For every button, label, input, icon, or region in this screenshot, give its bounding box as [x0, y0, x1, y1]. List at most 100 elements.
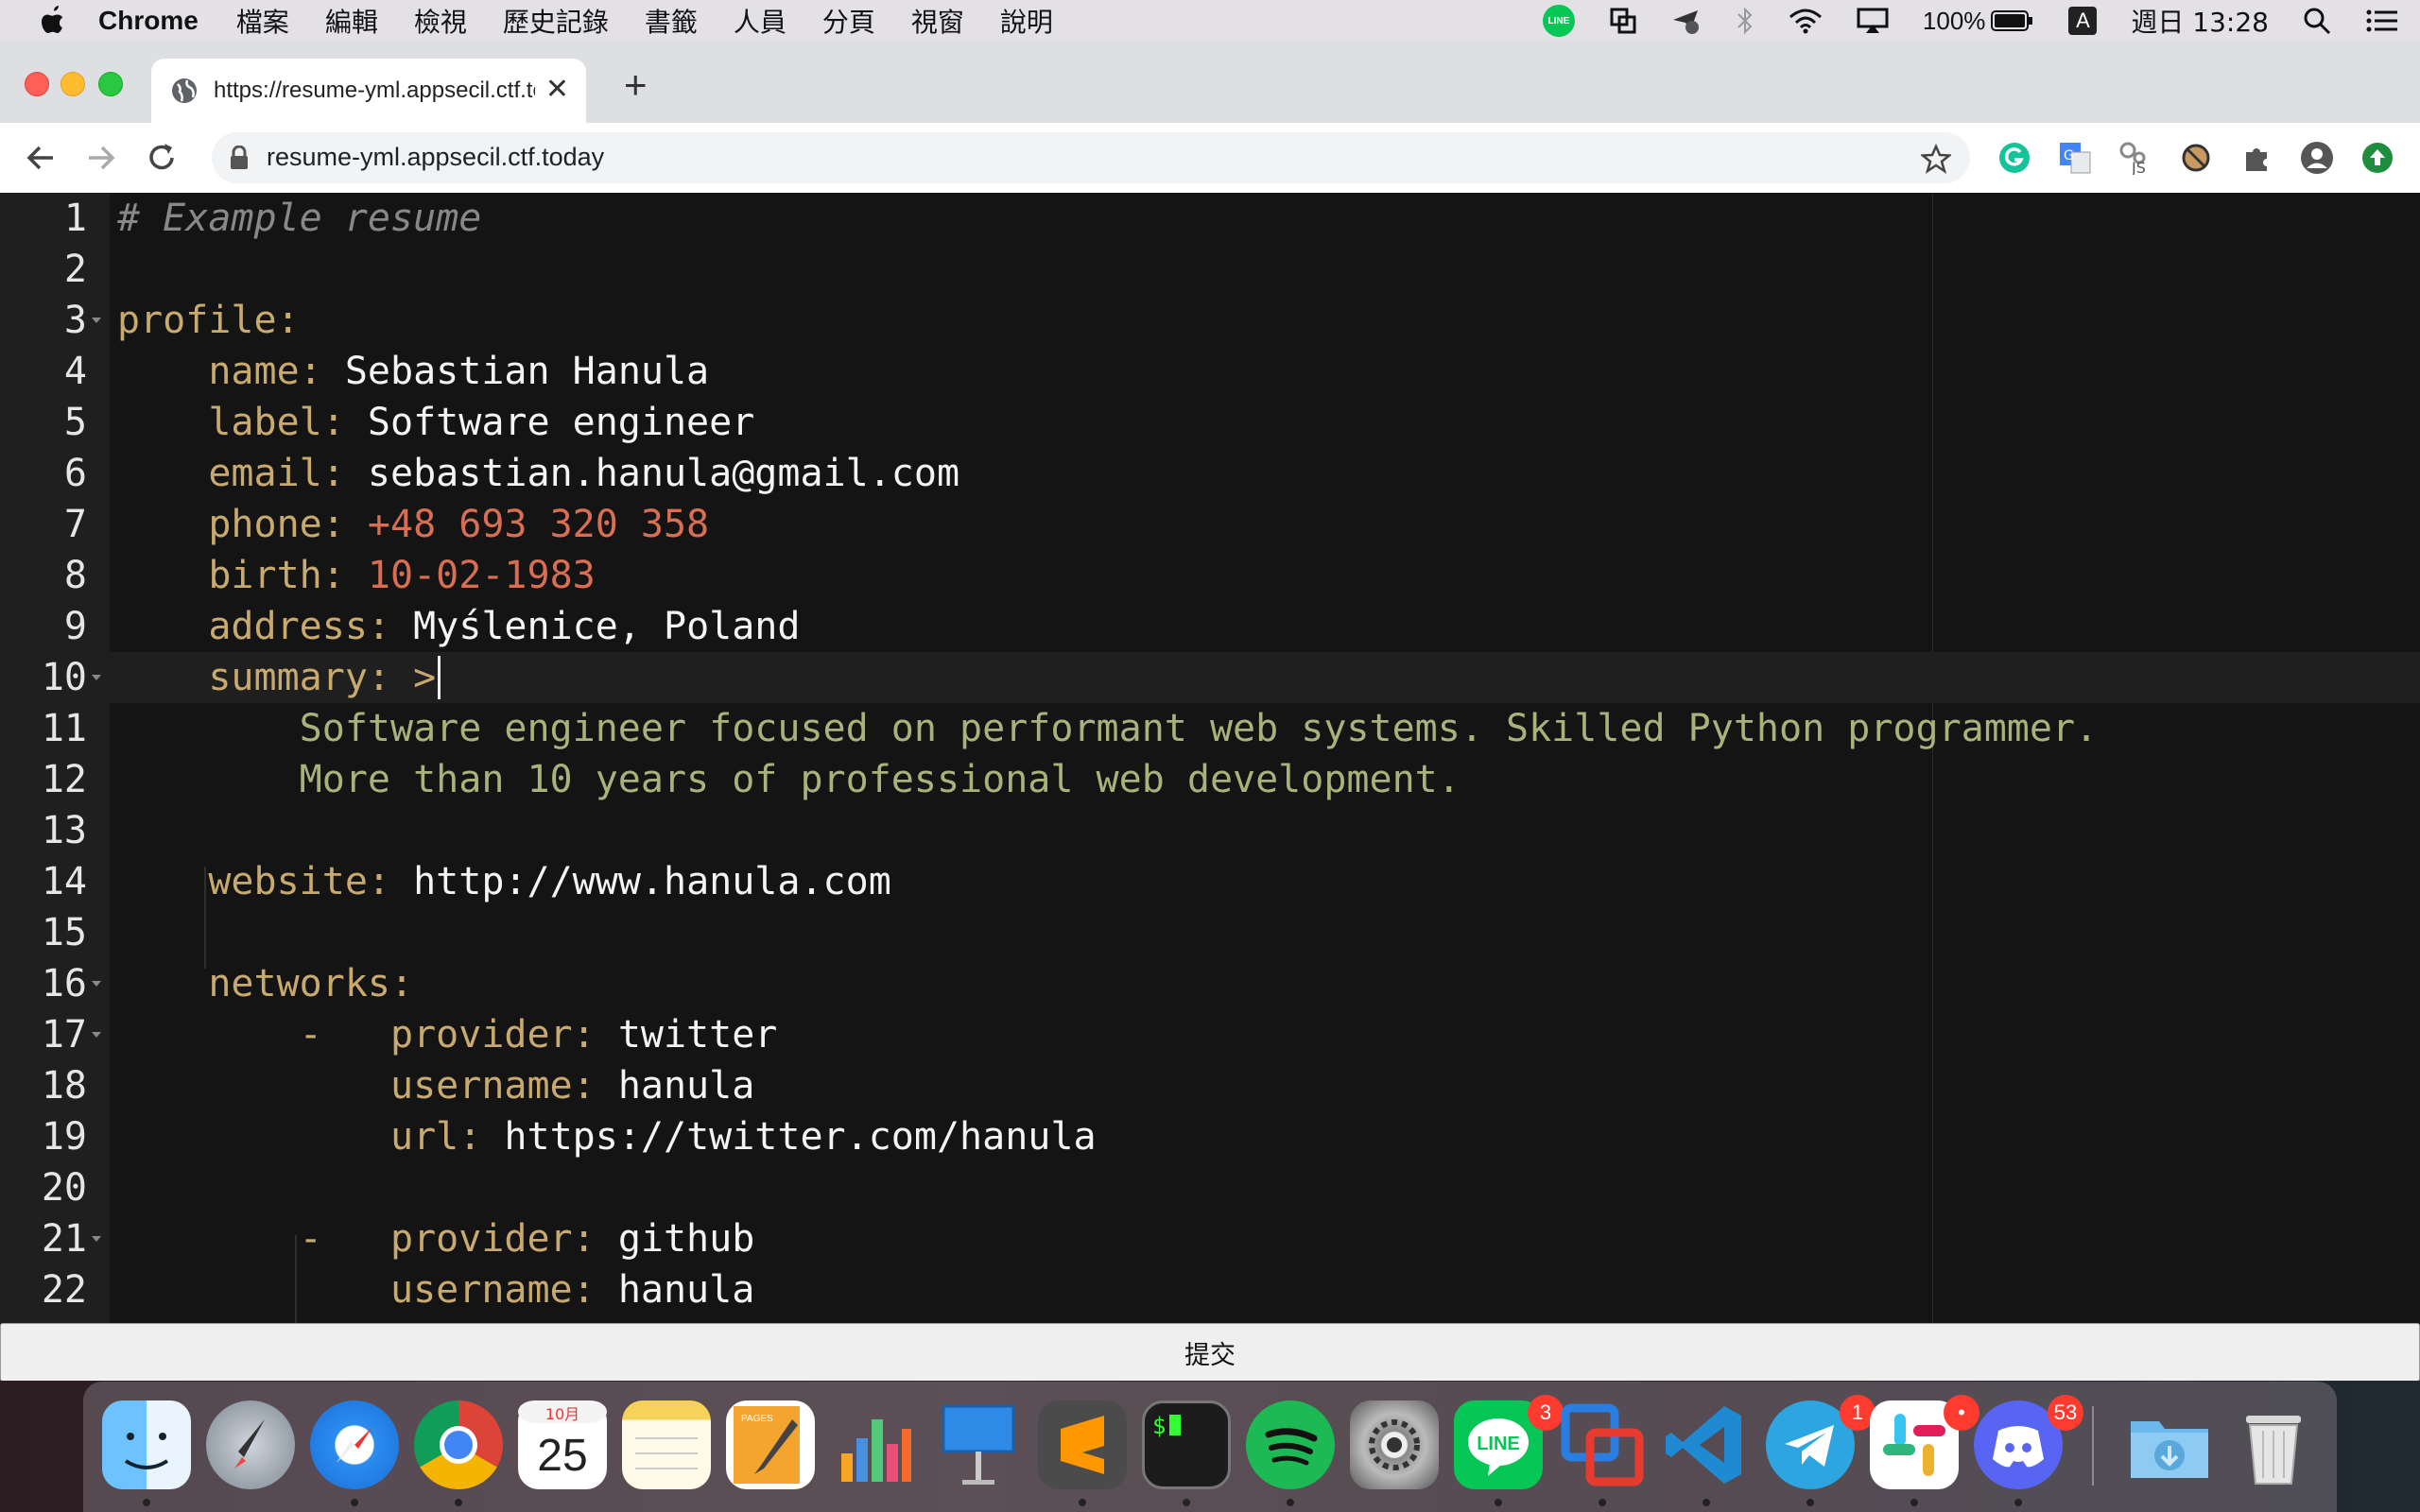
code-line[interactable]: 4 name: Sebastian Hanula — [0, 346, 2420, 397]
address-bar[interactable]: resume-yml.appsecil.ctf.today — [212, 132, 1970, 183]
input-method-icon[interactable]: A — [2068, 7, 2098, 35]
code-line[interactable]: 5 label: Software engineer — [0, 397, 2420, 448]
code-token: address: — [117, 605, 414, 648]
update-available-icon[interactable] — [2360, 140, 2395, 176]
numbers-dock-icon[interactable] — [830, 1400, 919, 1489]
keynote-dock-icon[interactable] — [934, 1400, 1023, 1489]
airplay-icon[interactable] — [1857, 8, 1889, 34]
blocked-extension-icon[interactable] — [2178, 140, 2214, 176]
code-line[interactable]: 12 More than 10 years of professional we… — [0, 754, 2420, 805]
code-line[interactable]: 7 phone: +48 693 320 358 — [0, 499, 2420, 550]
wifi-icon[interactable] — [1789, 8, 1823, 34]
terminal-dock-icon[interactable]: $ — [1142, 1400, 1231, 1489]
fold-arrow-icon[interactable] — [92, 1236, 101, 1242]
extensions-puzzle-icon[interactable] — [2238, 140, 2274, 176]
spotlight-search-icon[interactable] — [2303, 7, 2331, 35]
pages-dock-icon[interactable]: PAGES — [726, 1400, 815, 1489]
menu-history[interactable]: 歷史記錄 — [503, 2, 609, 40]
active-tab[interactable]: https://resume-yml.appsecil.ctf.today ✕ — [151, 59, 586, 123]
google-translate-extension-icon[interactable]: G — [2057, 140, 2093, 176]
window-zoom-button[interactable] — [98, 72, 123, 96]
url-text[interactable]: resume-yml.appsecil.ctf.today — [267, 143, 604, 172]
vscode-dock-icon[interactable] — [1662, 1400, 1751, 1489]
code-line[interactable]: 17 - provider: twitter — [0, 1009, 2420, 1060]
control-center-list-icon[interactable] — [2365, 8, 2399, 34]
menu-file[interactable]: 檔案 — [236, 2, 289, 40]
line-number: 8 — [63, 554, 87, 597]
vm-app-dock-icon[interactable] — [1558, 1400, 1647, 1489]
indent-guide — [295, 1284, 297, 1323]
code-line[interactable]: 21 - provider: github — [0, 1213, 2420, 1264]
submit-button[interactable]: 提交 — [0, 1323, 2420, 1382]
code-line[interactable]: 3 profile: — [0, 295, 2420, 346]
code-line[interactable]: 1 # Example resume — [0, 193, 2420, 244]
trash-dock-icon[interactable] — [2229, 1400, 2318, 1489]
code-line[interactable]: 13 — [0, 805, 2420, 856]
system-preferences-dock-icon[interactable] — [1350, 1400, 1439, 1489]
code-content[interactable]: 1 # Example resume 2 3 profile: 4 name: Sebas… — [0, 193, 2420, 1323]
code-line[interactable]: 14 website: http://www.hanula.com — [0, 856, 2420, 907]
fold-arrow-icon[interactable] — [92, 981, 101, 987]
fold-arrow-icon[interactable] — [92, 675, 101, 680]
forward-arrow-icon[interactable] — [83, 140, 119, 176]
menu-bookmarks[interactable]: 書籤 — [645, 2, 698, 40]
code-token: twitter — [617, 1013, 778, 1057]
notes-dock-icon[interactable] — [622, 1400, 711, 1489]
window-minimize-button[interactable] — [60, 72, 85, 96]
apple-menu-icon[interactable] — [40, 6, 66, 36]
menu-people[interactable]: 人員 — [734, 2, 786, 40]
code-line[interactable]: 8 birth: 10-02-1983 — [0, 550, 2420, 601]
code-line[interactable]: 18 username: hanula — [0, 1060, 2420, 1111]
yaml-code-editor[interactable]: 1 # Example resume 2 3 profile: 4 name: Sebas… — [0, 193, 2420, 1323]
fold-arrow-icon[interactable] — [92, 318, 101, 323]
code-token: summary: > — [117, 656, 437, 699]
screen-capture-icon[interactable] — [1609, 7, 1637, 35]
bookmark-star-icon[interactable] — [1921, 144, 1951, 174]
calendar-dock-icon[interactable]: 10月 25 — [518, 1400, 607, 1489]
code-text: username: hanula — [117, 1264, 754, 1315]
lock-icon[interactable] — [229, 146, 250, 170]
back-arrow-icon[interactable] — [23, 140, 59, 176]
menu-view[interactable]: 檢視 — [414, 2, 467, 40]
chrome-dock-icon[interactable] — [414, 1400, 503, 1489]
window-close-button[interactable] — [25, 72, 49, 96]
profile-avatar-icon[interactable] — [2299, 140, 2335, 176]
line-number: 19 — [41, 1115, 87, 1159]
line-number: 10 — [41, 656, 87, 699]
menu-help[interactable]: 說明 — [1000, 2, 1053, 40]
code-line[interactable]: 2 — [0, 244, 2420, 295]
send-status-icon[interactable] — [1671, 7, 1702, 35]
menu-tab[interactable]: 分頁 — [822, 2, 875, 40]
javascript-toggle-extension-icon[interactable]: JS — [2118, 140, 2153, 176]
code-line[interactable]: 6 email: sebastian.hanula@gmail.com — [0, 448, 2420, 499]
menu-app-name[interactable]: Chrome — [98, 6, 199, 36]
menu-clock[interactable]: 週日 13:28 — [2131, 2, 2269, 40]
downloads-folder-dock-icon[interactable] — [2125, 1400, 2214, 1489]
bluetooth-icon[interactable] — [1736, 7, 1754, 35]
fold-arrow-icon[interactable] — [92, 1032, 101, 1038]
launchpad-dock-icon[interactable] — [206, 1400, 295, 1489]
sublime-text-dock-icon[interactable] — [1038, 1400, 1127, 1489]
line-number: 11 — [41, 707, 87, 750]
code-line[interactable]: 20 — [0, 1162, 2420, 1213]
code-line[interactable]: 10 summary: > — [0, 652, 2420, 703]
code-token: hanula — [617, 1064, 755, 1108]
code-line[interactable]: 22 username: hanula — [0, 1264, 2420, 1315]
grammarly-extension-icon[interactable] — [1996, 140, 2032, 176]
safari-dock-icon[interactable] — [310, 1400, 399, 1489]
code-line[interactable]: 15 — [0, 907, 2420, 958]
code-line[interactable]: 16 networks: — [0, 958, 2420, 1009]
battery-icon[interactable] — [1991, 9, 2034, 32]
menu-edit[interactable]: 編輯 — [325, 2, 378, 40]
menu-window[interactable]: 視窗 — [911, 2, 964, 40]
code-line[interactable]: 19 url: https://twitter.com/hanula — [0, 1111, 2420, 1162]
line-status-icon[interactable]: LINE — [1542, 5, 1575, 37]
spotify-dock-icon[interactable] — [1246, 1400, 1335, 1489]
new-tab-button[interactable]: + — [624, 65, 648, 105]
tab-close-icon[interactable]: ✕ — [545, 76, 569, 104]
code-line[interactable]: 11 Software engineer focused on performa… — [0, 703, 2420, 754]
code-line[interactable]: 9 address: Myślenice, Poland — [0, 601, 2420, 652]
reload-icon[interactable] — [144, 140, 180, 176]
battery-percent: 100% — [1922, 6, 1986, 35]
finder-dock-icon[interactable] — [102, 1400, 191, 1489]
